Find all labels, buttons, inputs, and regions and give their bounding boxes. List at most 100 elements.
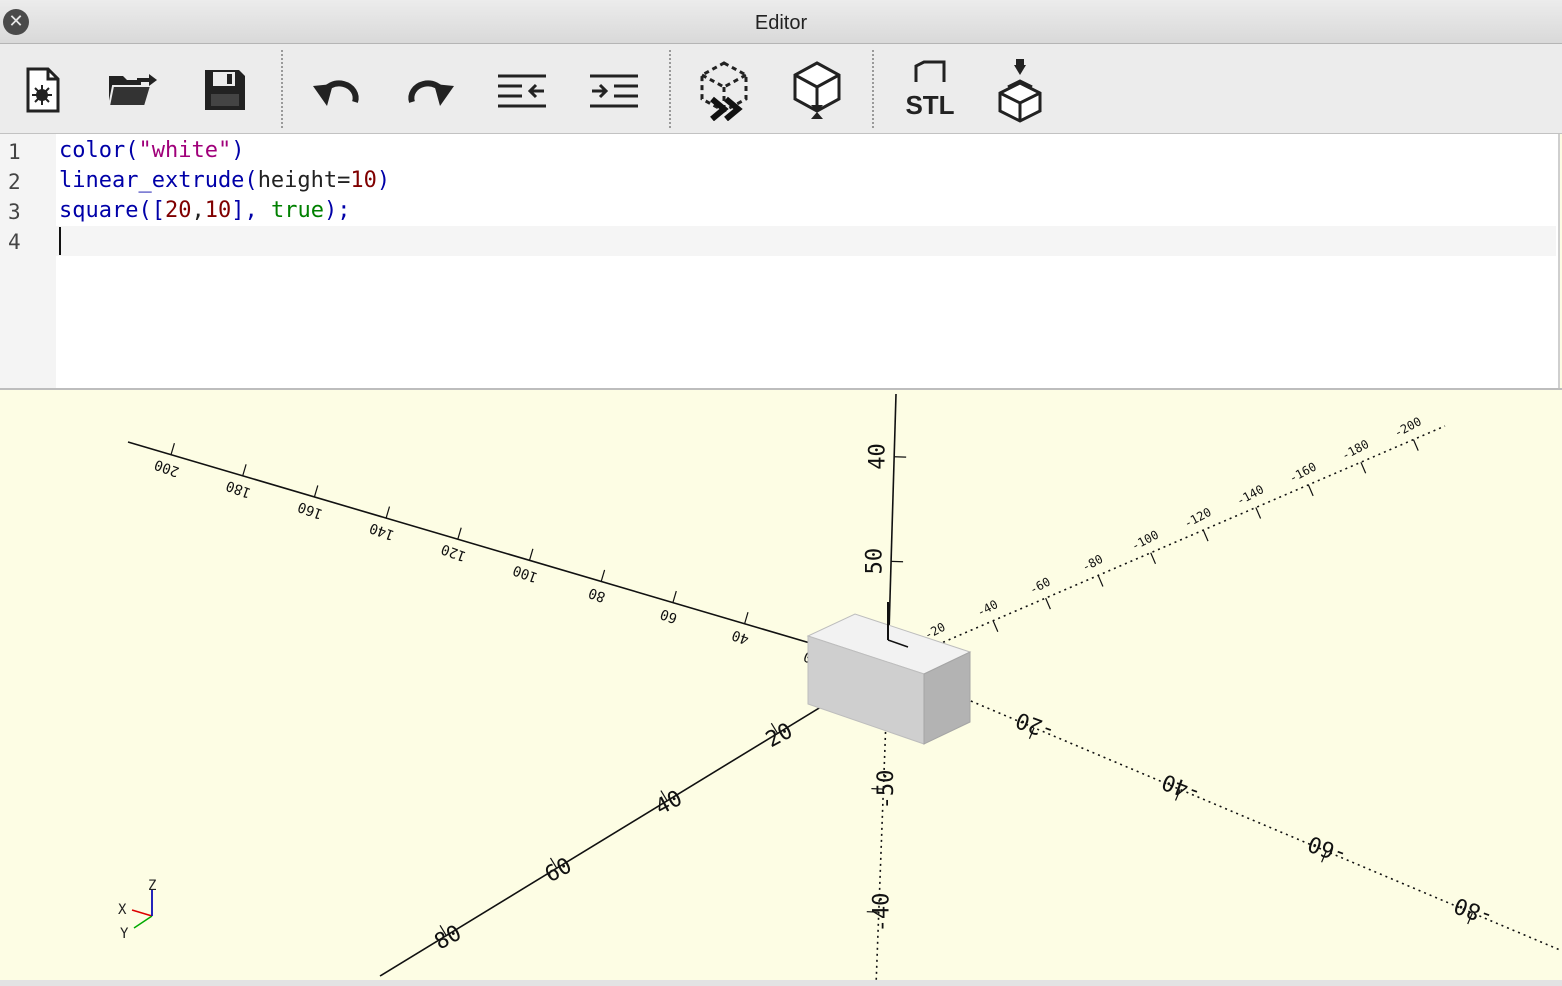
- render-button[interactable]: [785, 58, 849, 122]
- axis-tick-label: 120: [439, 540, 468, 564]
- axis-tick: [385, 506, 391, 519]
- axis-tick-label: 50: [862, 548, 887, 575]
- axis-tick-label: -140: [1234, 482, 1266, 508]
- save-button[interactable]: [193, 58, 257, 122]
- axis-tick-label: -40: [1159, 768, 1205, 805]
- axis-tick: [1307, 484, 1314, 497]
- axis-tick-label: 140: [367, 519, 396, 543]
- axis-tick: [1360, 461, 1367, 474]
- axis-orientation-gizmo: Z X Y: [118, 878, 156, 942]
- toolbar-separator: [669, 50, 671, 128]
- code-token: 10: [204, 198, 232, 223]
- toolbar-separator: [281, 50, 283, 128]
- code-token: ): [376, 168, 391, 193]
- axis-tick-label: 200: [152, 456, 181, 480]
- code-token: 10: [350, 168, 377, 193]
- redo-icon: [408, 80, 454, 106]
- axis-tick-label: -200: [1392, 414, 1424, 440]
- indent-icon: [590, 74, 638, 108]
- floppy-disk-icon: [205, 70, 245, 110]
- text-caret: [59, 227, 61, 255]
- axis-tick-label: 100: [511, 561, 540, 585]
- axis-tick-label: 180: [224, 477, 253, 501]
- current-line-highlight: [56, 226, 1556, 256]
- axis-tick: [1097, 575, 1104, 587]
- unindent-icon: [498, 74, 546, 108]
- code-line[interactable]: color("white"): [59, 138, 244, 163]
- axis-tick: [1045, 597, 1051, 610]
- axis-tick-label: -50: [874, 770, 899, 810]
- axis-tick-label: 160: [296, 498, 325, 522]
- line-number: 3: [8, 200, 21, 224]
- gizmo-z-label: Z: [148, 878, 156, 894]
- axis-tick-label: -180: [1339, 437, 1371, 463]
- redo-button[interactable]: [398, 58, 462, 122]
- gizmo-x-label: X: [118, 902, 127, 918]
- axis-tick-label: -80: [1451, 892, 1497, 929]
- code-token: 20: [164, 198, 192, 223]
- extruded-cube[interactable]: [806, 602, 972, 745]
- axis-tick-label: -160: [1287, 460, 1319, 486]
- unindent-button[interactable]: [490, 58, 554, 122]
- gizmo-y-label: Y: [120, 926, 129, 942]
- axis-tick-label: 80: [586, 584, 607, 605]
- code-token: ,: [191, 198, 205, 223]
- undo-button[interactable]: [305, 58, 369, 122]
- axis-tick-label: -40: [869, 893, 894, 933]
- stl-label: STL: [905, 90, 954, 120]
- axis-tick: [672, 590, 677, 603]
- export-stl-button[interactable]: STL: [898, 58, 962, 122]
- viewport-scrollbar[interactable]: [0, 980, 1562, 986]
- render-icon: [793, 61, 841, 119]
- stl-export-icon: STL: [905, 60, 955, 120]
- code-token: square([: [59, 198, 165, 223]
- axis-tick: [992, 620, 999, 632]
- axis-tick-label: -40: [975, 597, 1001, 620]
- code-token: color(: [59, 138, 139, 163]
- axis-tick: [1412, 439, 1419, 451]
- 3d-viewport[interactable]: 20406080-20-40-60-8020406080100120140160…: [0, 388, 1562, 986]
- axis-tick-label: -80: [1080, 552, 1106, 575]
- window-titlebar: ✕ Editor: [0, 0, 1562, 44]
- axis-tick: [457, 527, 462, 540]
- indent-button[interactable]: [582, 58, 646, 122]
- line-number-gutter: 1 2 3 4: [0, 134, 56, 388]
- axis-tick-label: -60: [1027, 574, 1053, 597]
- line-number: 4: [8, 230, 21, 254]
- code-token: ): [231, 138, 245, 163]
- line-number: 2: [8, 170, 21, 194]
- open-folder-icon: [107, 74, 157, 107]
- preview-button[interactable]: [692, 58, 756, 122]
- new-file-icon: [26, 67, 60, 113]
- axis-tick: [313, 485, 319, 498]
- axis-tick: [600, 569, 606, 582]
- line-number: 1: [8, 140, 21, 164]
- code-token: linear_extrude(: [59, 168, 258, 193]
- 3d-print-icon: [998, 59, 1042, 123]
- axis-tick-label: 40: [730, 626, 751, 647]
- axis-tick-label: -100: [1129, 527, 1161, 553]
- axis-tick: [242, 464, 247, 476]
- open-file-button[interactable]: [100, 58, 164, 122]
- axis-tick-label: -60: [1305, 830, 1351, 867]
- 3d-scene[interactable]: 20406080-20-40-60-8020406080100120140160…: [0, 390, 1562, 986]
- axis-tick: [1255, 507, 1262, 519]
- code-token: ],: [231, 198, 271, 223]
- code-editor[interactable]: 1 2 3 4 color("white") linear_extrude(he…: [0, 134, 1560, 388]
- axis-tick: [1150, 552, 1157, 565]
- axis-tick: [1202, 529, 1209, 542]
- axis-tick-label: -20: [1013, 706, 1059, 743]
- code-line[interactable]: linear_extrude(height=10): [59, 168, 390, 193]
- y-axis-positive: [127, 441, 889, 667]
- code-line[interactable]: square([20,10], true);: [59, 198, 350, 223]
- new-file-button[interactable]: [10, 58, 74, 122]
- y-axis-negative: [887, 425, 1446, 667]
- code-token: "white": [138, 138, 232, 163]
- send-to-print-button[interactable]: [988, 58, 1052, 123]
- window-title: Editor: [754, 12, 808, 34]
- axis-tick-label: 40: [866, 443, 891, 470]
- axis-tick-label: 60: [658, 605, 679, 626]
- code-token: );: [323, 198, 351, 223]
- axis-tick: [744, 612, 749, 624]
- axis-tick-label: -120: [1182, 505, 1214, 531]
